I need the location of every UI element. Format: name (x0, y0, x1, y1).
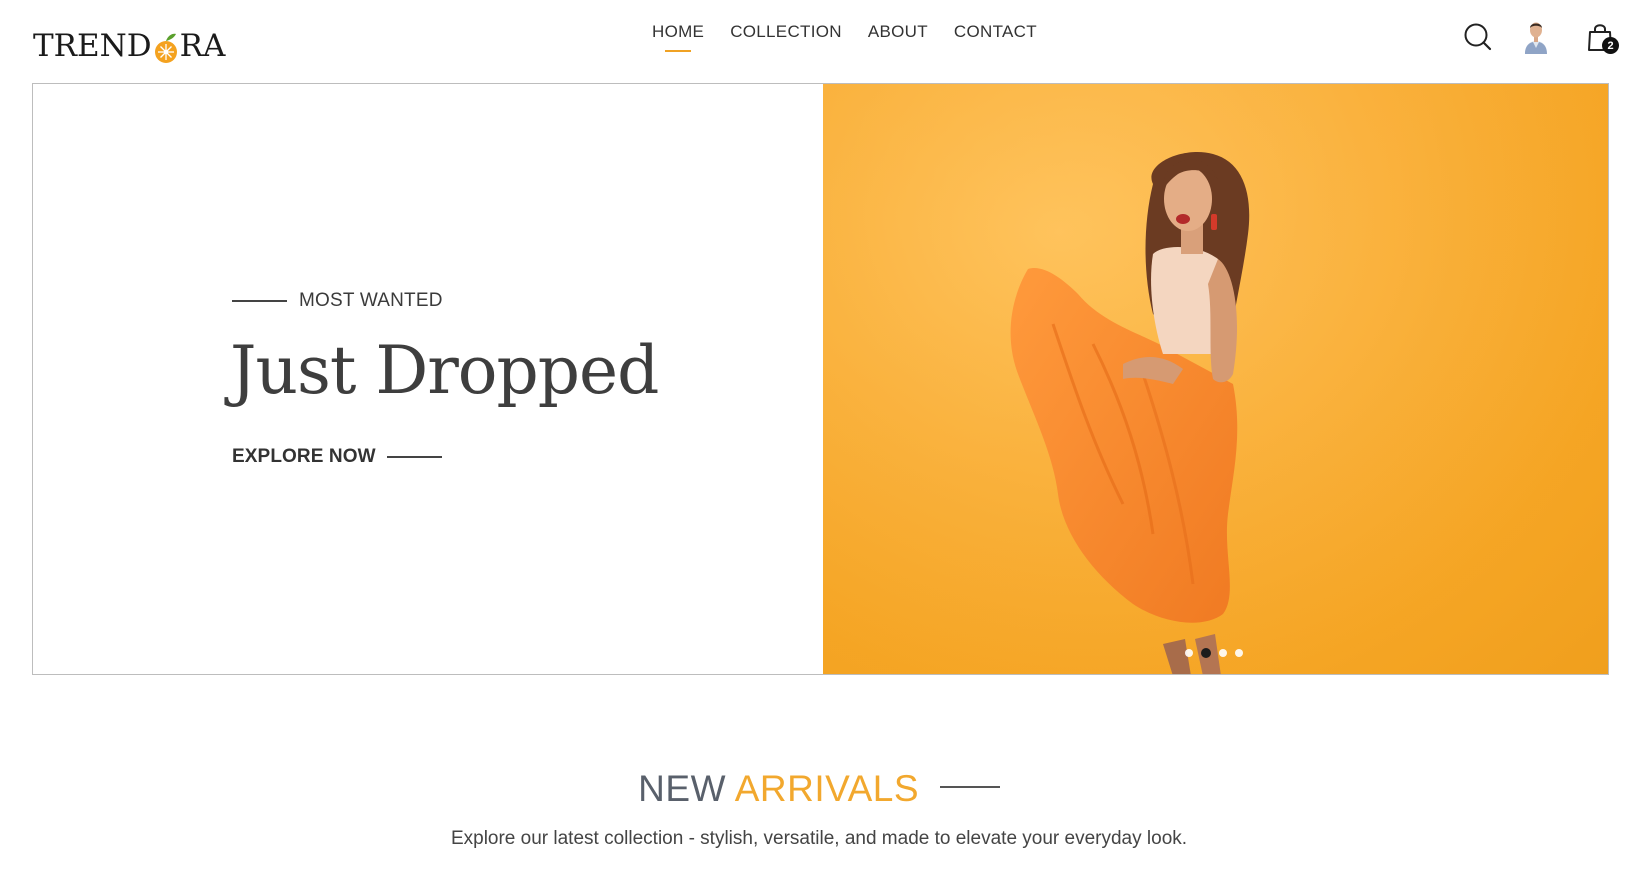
hero-image (823, 84, 1608, 674)
brand-logo[interactable]: TREND RA (33, 18, 226, 64)
new-arrivals-subtitle: Explore our latest collection - stylish,… (450, 828, 1188, 849)
hero-eyebrow: MOST WANTED (232, 290, 443, 312)
nav-home[interactable]: HOME (652, 22, 704, 52)
search-icon[interactable] (1463, 20, 1493, 54)
heading-divider (939, 786, 1000, 789)
heading-part-1: NEW (638, 768, 726, 809)
carousel-dot-2[interactable] (1201, 648, 1211, 658)
eyebrow-divider (232, 300, 287, 302)
cta-label: EXPLORE NOW (232, 446, 376, 467)
heading-part-2: ARRIVALS (734, 768, 920, 809)
carousel-dot-3[interactable] (1219, 649, 1227, 657)
carousel-dot-1[interactable] (1185, 649, 1193, 657)
nav-about[interactable]: ABOUT (868, 22, 928, 52)
cart-count-badge: 2 (1602, 37, 1619, 54)
new-arrivals-heading: NEW ARRIVALS (0, 768, 1638, 810)
carousel-dot-4[interactable] (1235, 649, 1243, 657)
carousel-pagination (1185, 648, 1243, 658)
site-header: TREND RA HOME COLLECTION ABOUT CONTACT 2 (0, 0, 1638, 80)
logo-text-left: TREND (33, 28, 152, 64)
logo-text-right: RA (179, 28, 226, 64)
hero-title: Just Dropped (230, 332, 659, 409)
eyebrow-text: MOST WANTED (299, 290, 443, 311)
orange-logo-icon (153, 32, 179, 63)
woman-in-orange-dress-photo (823, 84, 1608, 674)
explore-now-button[interactable]: EXPLORE NOW (232, 446, 442, 468)
user-avatar[interactable] (1522, 18, 1550, 54)
shopping-bag-icon[interactable]: 2 (1585, 20, 1619, 54)
hero-banner: MOST WANTED Just Dropped EXPLORE NOW (32, 83, 1609, 675)
nav-collection[interactable]: COLLECTION (730, 22, 842, 52)
cta-divider (386, 456, 442, 458)
hero-text-panel: MOST WANTED Just Dropped EXPLORE NOW (33, 84, 823, 674)
nav-contact[interactable]: CONTACT (954, 22, 1037, 52)
main-nav: HOME COLLECTION ABOUT CONTACT (652, 22, 1037, 52)
